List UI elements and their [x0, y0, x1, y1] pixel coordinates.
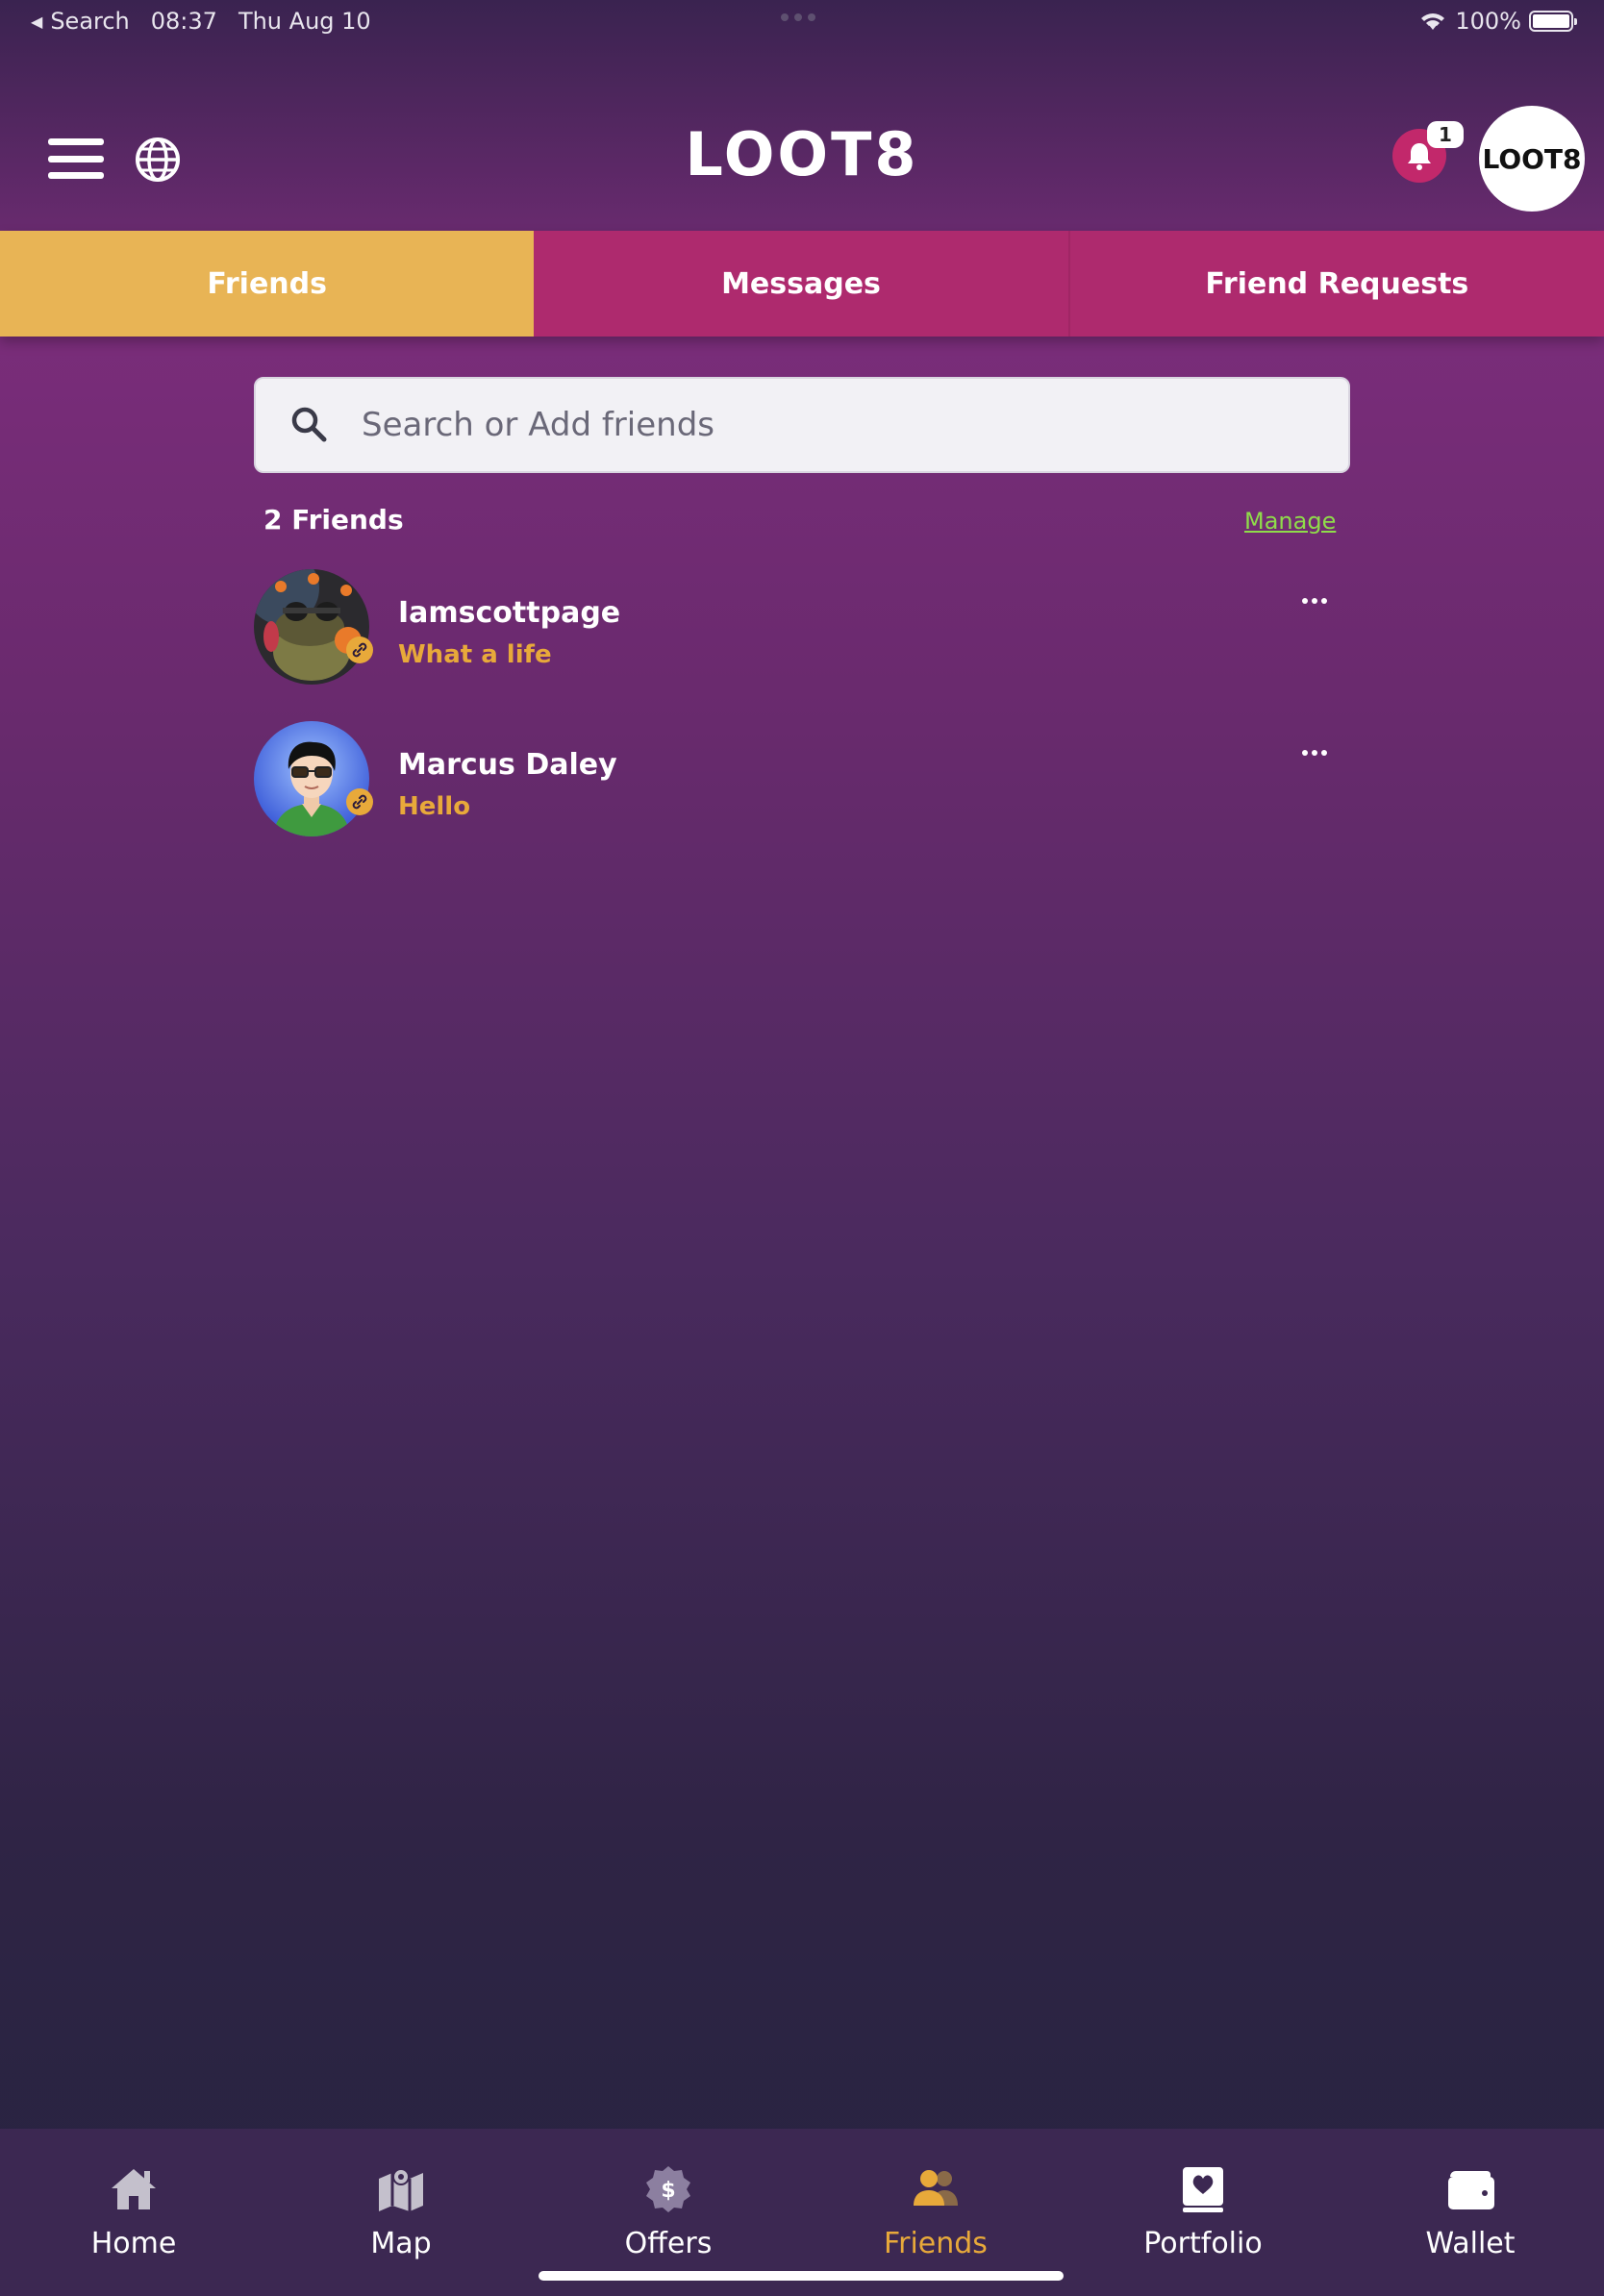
more-options-icon[interactable] [1302, 750, 1327, 756]
search-icon [291, 407, 327, 442]
nav-offers-label: Offers [624, 2227, 713, 2260]
app-header: LOOT8 [0, 46, 1604, 231]
more-options-icon[interactable] [1302, 598, 1327, 604]
frog-avatar-icon [254, 569, 369, 685]
friend-name: Iamscottpage [398, 596, 621, 630]
nav-home[interactable]: Home [0, 2129, 267, 2296]
link-icon [346, 636, 373, 663]
profile-avatar-button[interactable]: LOOT8 [1479, 106, 1585, 212]
map-icon [379, 2168, 423, 2211]
nav-home-label: Home [90, 2227, 177, 2260]
friend-status: What a life [398, 640, 552, 669]
wallet-icon [1448, 2171, 1494, 2209]
battery-icon [1529, 11, 1577, 32]
nav-portfolio[interactable]: Portfolio [1069, 2129, 1337, 2296]
home-icon [112, 2169, 156, 2209]
tab-friends[interactable]: Friends [0, 231, 535, 337]
friend-avatar[interactable] [254, 569, 369, 685]
nav-wallet-label: Wallet [1425, 2227, 1516, 2260]
nav-wallet[interactable]: Wallet [1337, 2129, 1604, 2296]
friend-status: Hello [398, 792, 471, 821]
back-to-search-link[interactable]: Search [50, 8, 129, 35]
loot8-logo: LOOT8 [685, 119, 919, 189]
friends-icon [914, 2170, 958, 2206]
nav-map[interactable]: Map [267, 2129, 535, 2296]
status-date: Thu Aug 10 [238, 8, 371, 35]
friend-list-item[interactable]: Marcus Daley Hello [254, 721, 1350, 840]
search-input[interactable] [362, 379, 1348, 471]
friends-count-label: 2 Friends [263, 504, 404, 536]
friend-avatar[interactable] [254, 721, 369, 836]
svg-text:$: $ [661, 2179, 675, 2203]
nav-map-label: Map [370, 2227, 432, 2260]
friends-tabs: Friends Messages Friend Requests [0, 231, 1604, 337]
link-icon [346, 788, 373, 815]
back-arrow-icon[interactable]: ◀ [31, 12, 42, 31]
notification-count-badge: 1 [1427, 121, 1464, 148]
search-bar [254, 377, 1350, 473]
tab-messages[interactable]: Messages [534, 231, 1068, 337]
offers-badge-icon: $ [646, 2166, 690, 2212]
status-bar: ◀ Search 08:37 Thu Aug 10 100% [0, 0, 1604, 46]
cartoon-man-avatar-icon [254, 721, 369, 836]
friend-name: Marcus Daley [398, 748, 617, 782]
battery-percent: 100% [1455, 8, 1521, 35]
home-indicator[interactable] [539, 2271, 1064, 2281]
manage-friends-link[interactable]: Manage [1244, 508, 1336, 535]
tab-friend-requests[interactable]: Friend Requests [1067, 231, 1604, 337]
friend-list-item[interactable]: Iamscottpage What a life [254, 569, 1350, 688]
nav-portfolio-label: Portfolio [1143, 2227, 1263, 2260]
nav-friends-label: Friends [884, 2227, 988, 2260]
status-time: 08:37 [150, 8, 217, 35]
multitasking-dots-icon[interactable] [781, 13, 815, 21]
portfolio-icon [1183, 2167, 1223, 2212]
wifi-icon [1421, 13, 1445, 30]
